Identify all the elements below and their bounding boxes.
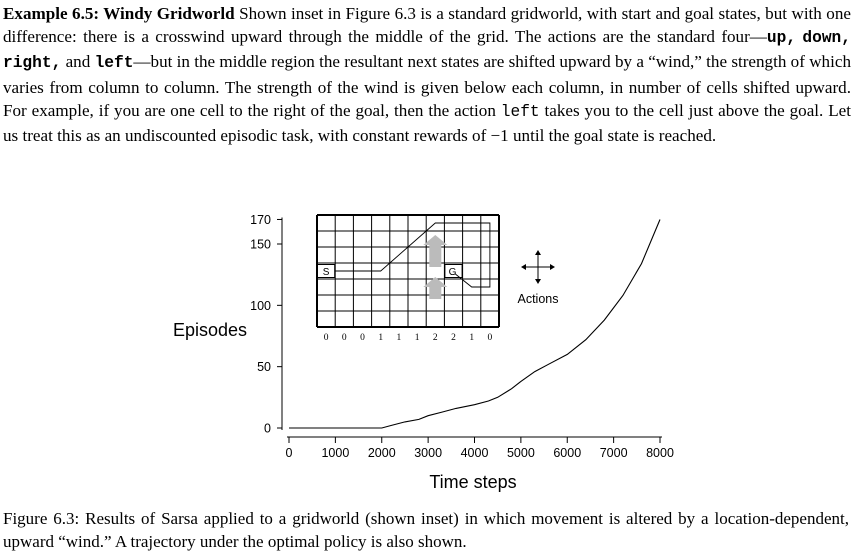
wind-strength-label: 1 <box>469 333 474 343</box>
y-ticks: 0 50 100 150 170 <box>250 213 282 436</box>
wind-arrow-shaft <box>429 286 442 299</box>
wind-arrow-shaft <box>429 244 442 267</box>
x-tick-label: 5000 <box>507 446 535 460</box>
actions-label: Actions <box>518 292 559 306</box>
x-tick-label: 7000 <box>600 446 628 460</box>
x-tick-label: 3000 <box>414 446 442 460</box>
y-tick-label: 100 <box>250 299 271 313</box>
start-label: S <box>323 267 330 278</box>
wind-strength-label: 1 <box>415 333 420 343</box>
x-tick-label: 0 <box>286 446 293 460</box>
series-group <box>289 219 661 429</box>
compass-arrow-down <box>535 279 541 284</box>
x-tick-label: 2000 <box>368 446 396 460</box>
x-tick-label: 4000 <box>461 446 489 460</box>
wind-strength-label: 0 <box>360 333 365 343</box>
figure-caption: Figure 6.3: Results of Sarsa applied to … <box>3 507 849 553</box>
x-tick-label: 8000 <box>646 446 674 460</box>
compass-arrow-up <box>535 250 541 255</box>
compass-arrow-left <box>521 264 526 270</box>
wind-strength-label: 0 <box>342 333 347 343</box>
caption-label: Figure 6.3: <box>3 509 80 528</box>
wind-strength-label: 0 <box>488 333 493 343</box>
x-tick-label: 1000 <box>321 446 349 460</box>
sarsa-chart: 0 1000 2000 3000 4000 5000 6000 7000 8000 050100… <box>173 213 674 492</box>
x-ticks: 0 1000 2000 3000 4000 5000 6000 7000 8000 <box>286 437 674 460</box>
wind-strength-label: 1 <box>397 333 402 343</box>
y-tick-label: 0 <box>264 422 271 436</box>
trajectory-path <box>335 222 491 288</box>
caption-text: Results of Sarsa applied to a gridworld … <box>3 509 850 551</box>
goal-label: G <box>449 267 457 278</box>
wind-strength-label: 1 <box>378 333 383 343</box>
wind-arrow-head <box>423 235 448 245</box>
y-axis-label: Episodes <box>173 320 247 340</box>
gridworld-inset: S G 0 0 0 1 1 1 2 2 1 0 Actions <box>316 214 559 343</box>
x-tick-label: 6000 <box>553 446 581 460</box>
compass-arrow-right <box>550 264 555 270</box>
wind-strength-label: 2 <box>433 333 438 343</box>
wind-strength-label: 0 <box>324 333 329 343</box>
x-axis-label: Time steps <box>429 472 516 492</box>
series-line <box>289 219 661 429</box>
y-tick-label: 170 <box>250 213 271 227</box>
y-tick-label: 50 <box>257 360 271 374</box>
y-tick-label: 150 <box>250 238 271 252</box>
wind-strength-label: 2 <box>451 333 456 343</box>
